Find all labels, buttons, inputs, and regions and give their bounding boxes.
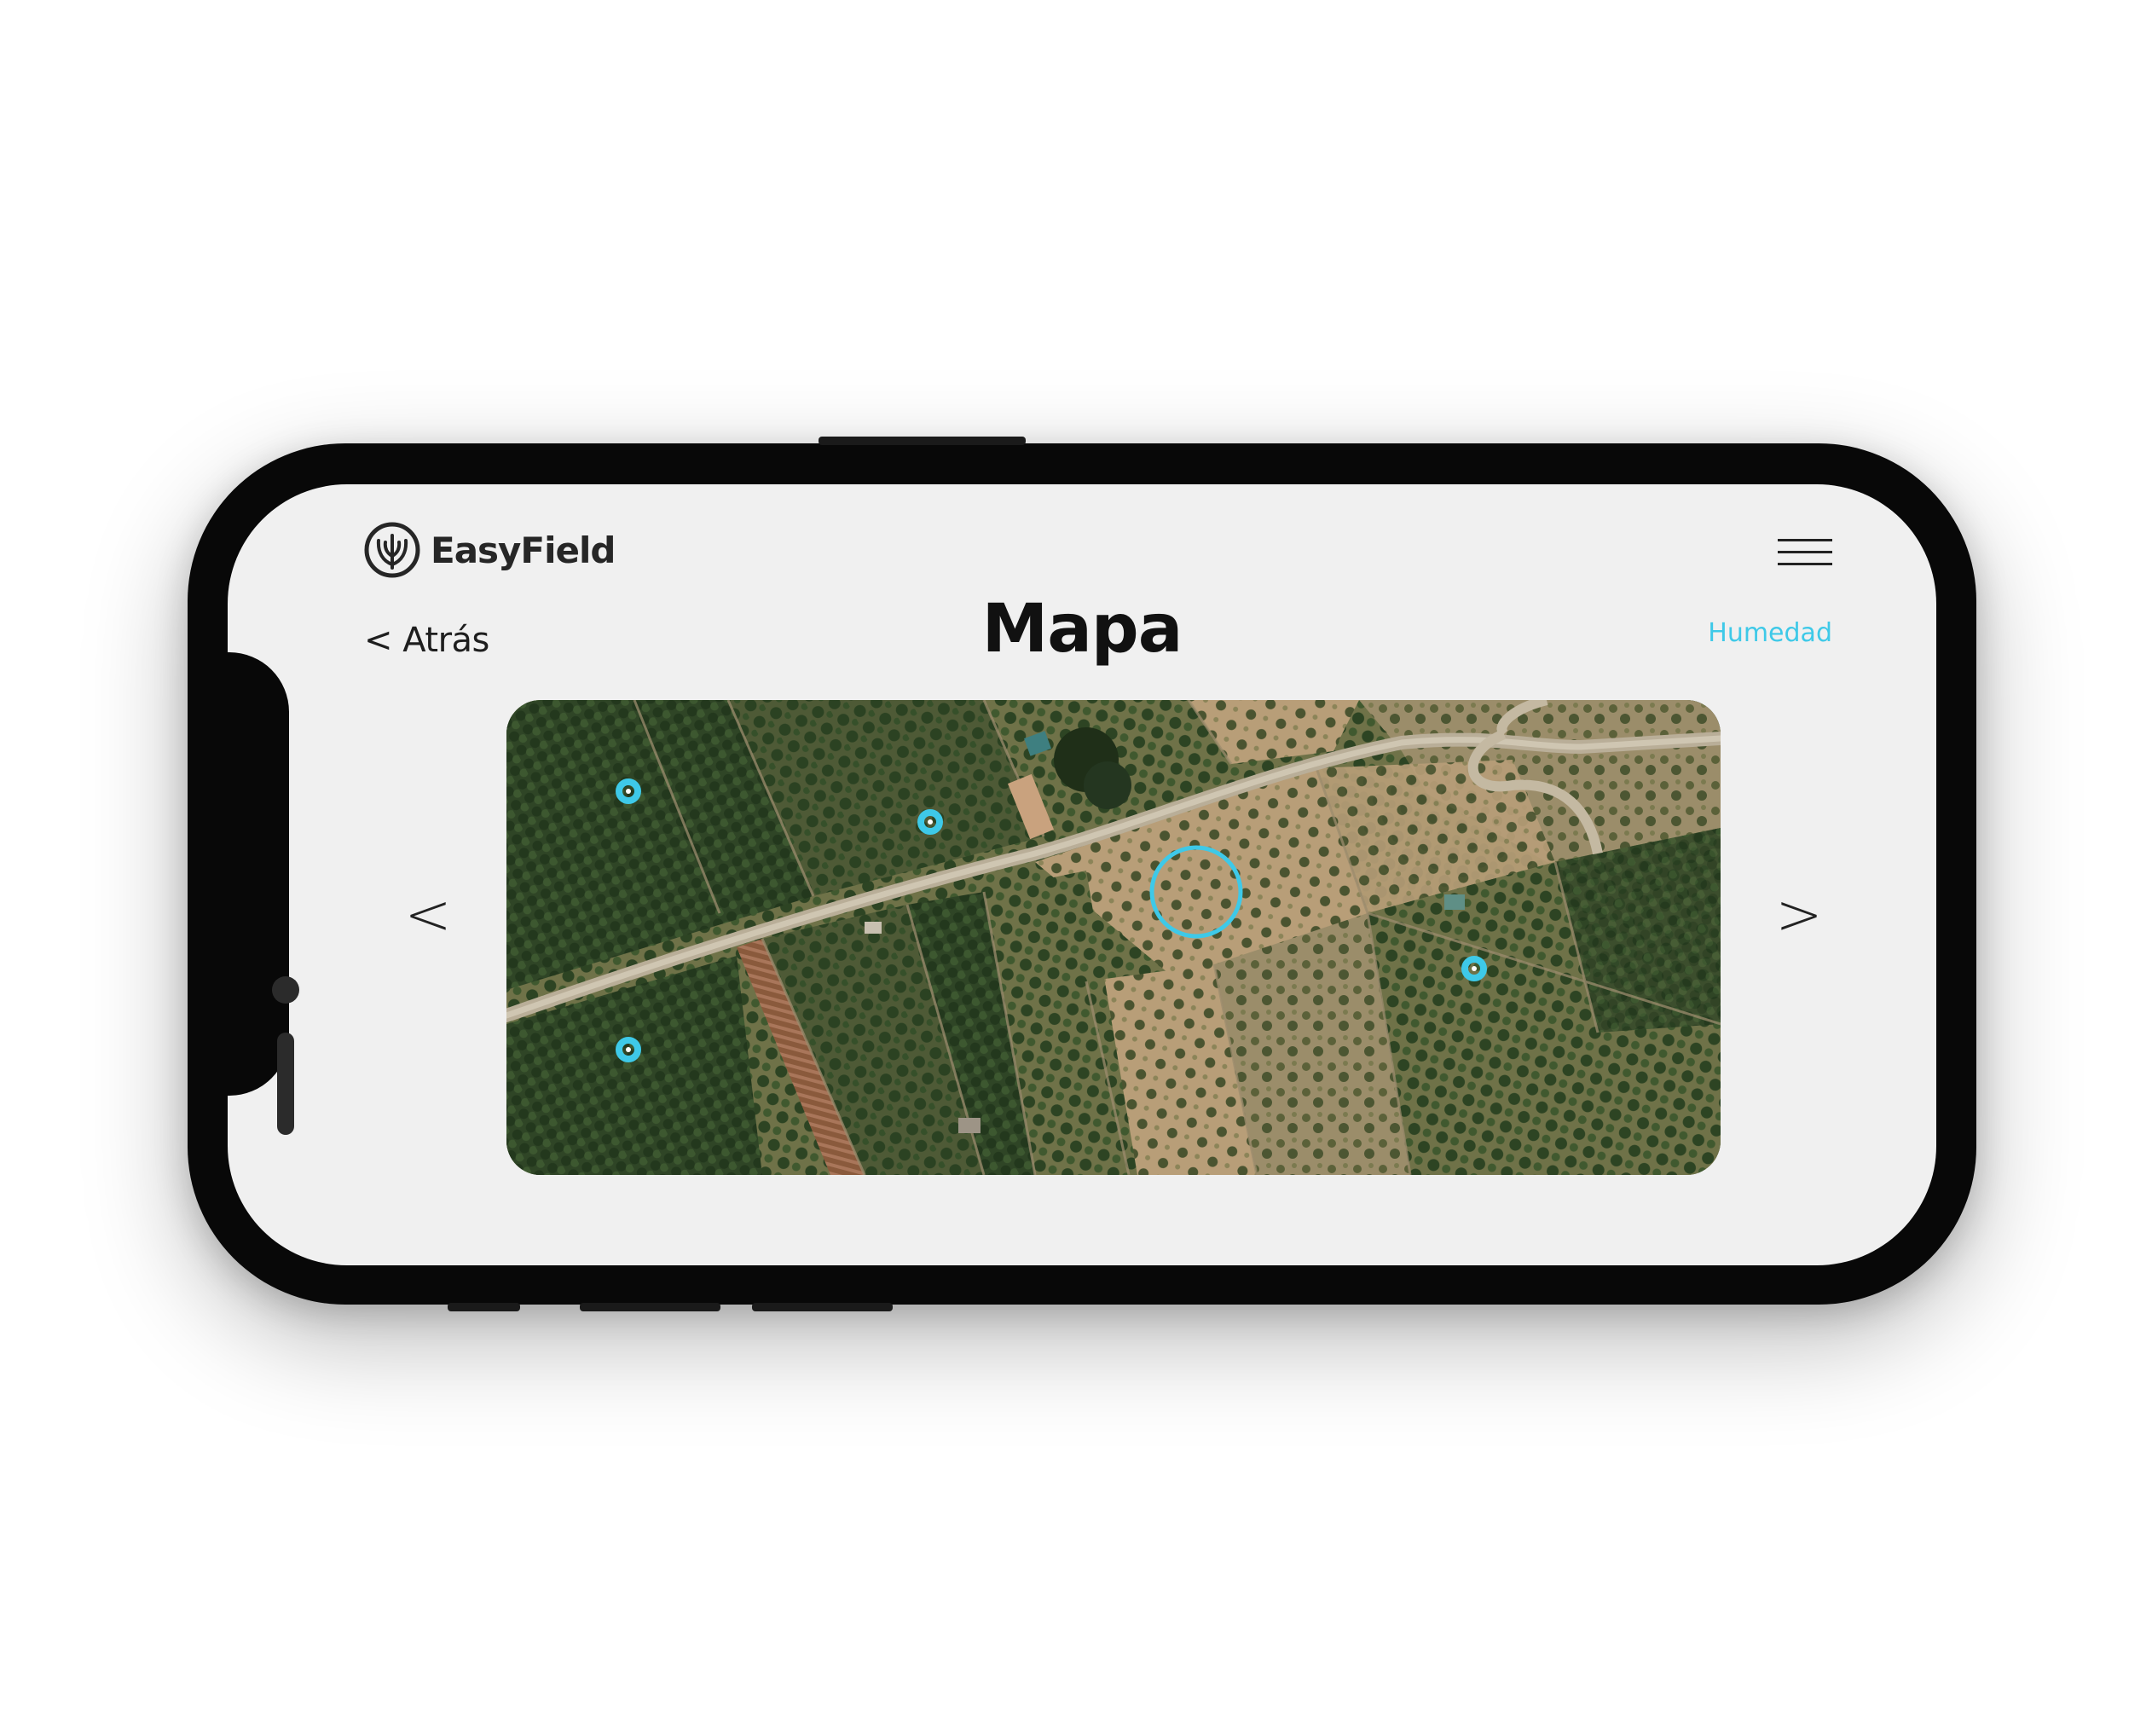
menu-line [1778, 539, 1832, 541]
menu-line [1778, 551, 1832, 553]
side-button [819, 437, 1026, 445]
brand-name: EasyField [431, 529, 616, 571]
page-title: Mapa [981, 591, 1183, 668]
sensor-marker[interactable] [616, 1037, 641, 1062]
satellite-map[interactable] [506, 700, 1721, 1175]
satellite-map-image [506, 700, 1721, 1175]
next-field-button[interactable]: > [1773, 881, 1825, 949]
volume-up-button [580, 1303, 720, 1311]
phone-notch [228, 652, 299, 1135]
hamburger-menu-icon[interactable] [1778, 537, 1832, 571]
app-screen: EasyField < Atrás Mapa Humedad < > [228, 484, 1936, 1265]
speaker-grille [277, 1033, 294, 1135]
brand[interactable]: EasyField [364, 522, 616, 578]
previous-field-button[interactable]: < [402, 881, 454, 949]
front-camera-icon [272, 976, 299, 1004]
tree-leaf-icon [364, 522, 420, 578]
mute-switch [448, 1303, 520, 1311]
sensor-marker[interactable] [1461, 956, 1487, 981]
humidity-filter-link[interactable]: Humedad [1708, 618, 1832, 648]
phone-frame: EasyField < Atrás Mapa Humedad < > [188, 437, 1976, 1311]
sensor-marker[interactable] [616, 778, 641, 804]
menu-line [1778, 563, 1832, 565]
volume-down-button [752, 1303, 893, 1311]
sensor-marker[interactable] [917, 809, 943, 835]
